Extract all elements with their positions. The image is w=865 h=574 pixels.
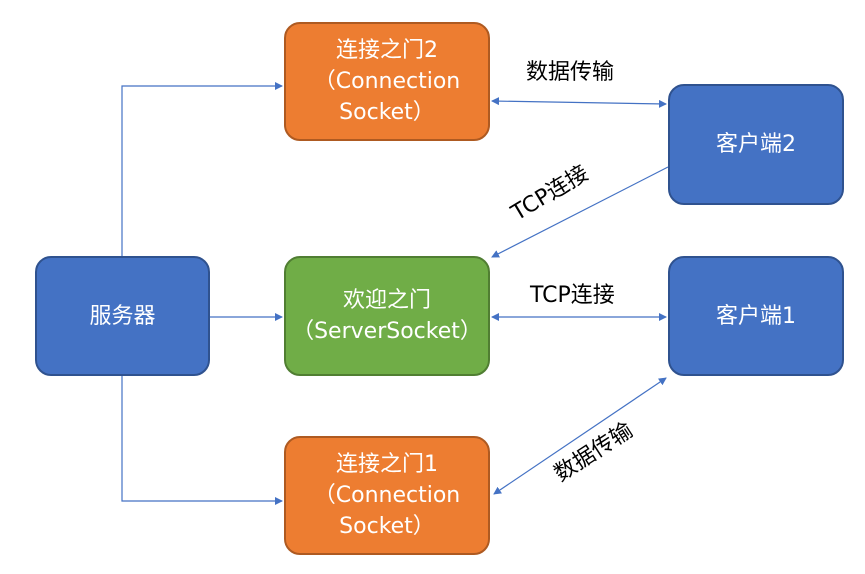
client-1-label: 客户端1 xyxy=(716,303,796,329)
connection-socket-2-title: 连接之门2 xyxy=(336,38,438,63)
arrow-server-to-conn1 xyxy=(121,376,283,505)
server-label: 服务器 xyxy=(89,303,156,329)
arrow-server-to-conn2 xyxy=(121,82,283,256)
client-1-node: 客户端1 xyxy=(668,256,844,376)
edge-label-tcp-connection-middle: TCP连接 xyxy=(530,283,615,308)
connection-socket-1-title: 连接之门1 xyxy=(336,452,438,477)
edge-label-data-transfer-top: 数据传输 xyxy=(526,60,615,85)
welcome-socket-subtitle: （ServerSocket） xyxy=(292,319,482,344)
connection-socket-2-node: 连接之门2 （Connection Socket） xyxy=(284,22,490,141)
welcome-socket-node: 欢迎之门 （ServerSocket） xyxy=(284,256,490,376)
server-node: 服务器 xyxy=(35,256,210,376)
connection-socket-2-subtitle-2: Socket） xyxy=(339,100,435,125)
connection-socket-1-node: 连接之门1 （Connection Socket） xyxy=(284,436,490,555)
connection-socket-2-subtitle-1: （Connection xyxy=(313,69,461,94)
arrow-conn2-client2 xyxy=(491,97,667,108)
connection-socket-1-subtitle-2: Socket） xyxy=(339,514,435,539)
client-2-label: 客户端2 xyxy=(716,132,796,157)
connection-socket-1-subtitle-1: （Connection xyxy=(313,483,461,508)
client-2-node: 客户端2 xyxy=(668,84,844,205)
welcome-socket-title: 欢迎之门 xyxy=(342,288,431,313)
